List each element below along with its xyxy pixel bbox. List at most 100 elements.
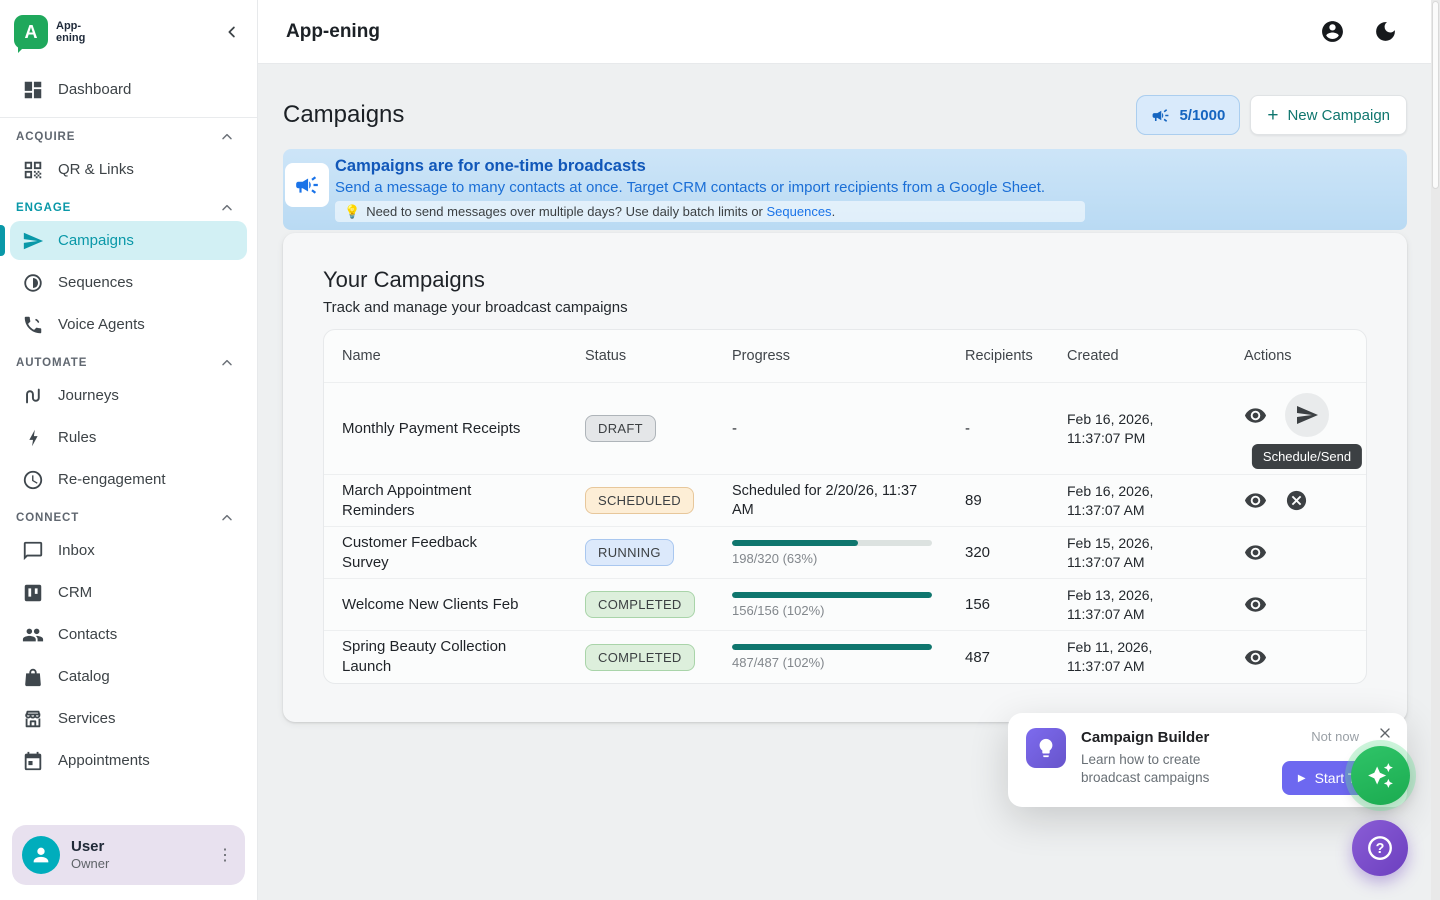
person-icon <box>30 844 52 866</box>
eye-icon <box>1244 646 1267 669</box>
sidebar-item-crm[interactable]: CRM <box>10 573 247 612</box>
moon-icon <box>1373 19 1398 44</box>
view-campaign-button[interactable] <box>1244 645 1268 669</box>
schedule-send-button[interactable]: Schedule/Send <box>1285 393 1329 437</box>
megaphone-icon <box>1151 106 1170 125</box>
popup-text: Campaign Builder Learn how to create bro… <box>1081 728 1209 787</box>
recipients-cell: 156 <box>965 596 1067 613</box>
lightbulb-tile <box>1026 728 1066 768</box>
ai-assistant-fab[interactable] <box>1351 746 1410 805</box>
progress-label: 487/487 (102%) <box>732 655 965 670</box>
col-created: Created <box>1067 348 1244 364</box>
sidebar-item-reengagement[interactable]: Re-engagement <box>10 460 247 499</box>
status-badge: COMPLETED <box>585 591 695 618</box>
people-icon <box>22 624 44 646</box>
view-campaign-button[interactable] <box>1244 489 1268 513</box>
status-badge: RUNNING <box>585 539 674 566</box>
kanban-icon <box>22 582 44 604</box>
progress-cell: Scheduled for 2/20/26, 11:37 AM <box>732 482 965 520</box>
account-circle-icon <box>1320 19 1345 44</box>
banner-tip: 💡 Need to send messages over multiple da… <box>335 201 1085 222</box>
question-mark-icon: ? <box>1365 833 1395 863</box>
progress-bar-fill <box>732 644 932 650</box>
page-title: Campaigns <box>283 101 404 129</box>
user-menu-button[interactable]: ⋮ <box>217 845 233 865</box>
banner-body: Send a message to many contacts at once.… <box>335 178 1391 198</box>
sidebar-item-catalog[interactable]: Catalog <box>10 657 247 696</box>
svg-text:?: ? <box>1376 841 1385 857</box>
sidebar-item-services[interactable]: Services <box>10 699 247 738</box>
recipients-cell: 89 <box>965 492 1067 509</box>
campaign-quota-badge[interactable]: 5/1000 <box>1136 95 1240 135</box>
chevron-up-icon <box>219 129 235 145</box>
created-cell: Feb 16, 2026, 11:37:07 PM <box>1067 410 1244 448</box>
section-acquire[interactable]: ACQUIRE <box>12 128 245 146</box>
topbar-title: App-ening <box>286 21 380 43</box>
section-automate[interactable]: AUTOMATE <box>12 354 245 372</box>
sidebar-item-voice-agents[interactable]: Voice Agents <box>10 305 247 344</box>
actions-cell <box>1244 645 1366 669</box>
section-subtitle: Track and manage your broadcast campaign… <box>323 299 1367 316</box>
lightbulb-icon <box>1035 737 1057 759</box>
actions-cell <box>1244 489 1366 513</box>
account-button[interactable] <box>1320 19 1345 44</box>
view-campaign-button[interactable] <box>1244 403 1268 427</box>
sidebar-item-campaigns[interactable]: Campaigns <box>10 221 247 260</box>
status-badge: DRAFT <box>585 415 656 442</box>
brand-name: App- ening <box>56 20 85 44</box>
new-campaign-button[interactable]: + New Campaign <box>1250 95 1407 135</box>
recipients-cell: 487 <box>965 649 1067 666</box>
created-cell: Feb 15, 2026, 11:37:07 AM <box>1067 534 1244 572</box>
sidebar-item-dashboard[interactable]: Dashboard <box>10 70 247 109</box>
tooltip: Schedule/Send <box>1252 444 1362 469</box>
col-status: Status <box>585 348 732 364</box>
topbar-actions <box>1320 19 1398 44</box>
view-campaign-button[interactable] <box>1244 593 1268 617</box>
user-role: Owner <box>71 855 206 872</box>
logo-letter: A <box>25 22 38 43</box>
progress-label: 198/320 (63%) <box>732 551 965 566</box>
sidebar-item-appointments[interactable]: Appointments <box>10 741 247 780</box>
table-row: Welcome New Clients Feb COMPLETED 156/15… <box>324 579 1366 631</box>
cancel-campaign-button[interactable] <box>1285 489 1309 513</box>
campaign-name: March Appointment Reminders <box>342 481 585 521</box>
campaign-name: Monthly Payment Receipts <box>342 419 585 439</box>
section-connect[interactable]: CONNECT <box>12 509 245 527</box>
sidebar-item-qr-links[interactable]: QR & Links <box>10 150 247 189</box>
help-fab[interactable]: ? <box>1352 820 1408 876</box>
actions-cell <box>1244 593 1366 617</box>
sidebar-item-journeys[interactable]: Journeys <box>10 376 247 415</box>
scrollbar-thumb[interactable] <box>1432 1 1439 189</box>
sidebar-item-contacts[interactable]: Contacts <box>10 615 247 654</box>
lightbulb-emoji-icon: 💡 <box>344 203 360 220</box>
user-card[interactable]: User Owner ⋮ <box>12 825 245 885</box>
progress-bar <box>732 592 932 598</box>
chevron-left-icon <box>223 23 241 41</box>
status-badge: COMPLETED <box>585 644 695 671</box>
dark-mode-toggle[interactable] <box>1373 19 1398 44</box>
progress-bar-fill <box>732 592 932 598</box>
close-icon <box>1377 725 1393 741</box>
phone-icon <box>22 314 44 336</box>
divider <box>0 117 257 118</box>
page-header: Campaigns 5/1000 + New Campaign <box>283 95 1407 135</box>
progress-bar <box>732 540 932 546</box>
sidebar: A App- ening Dashboard ACQUIRE <box>0 0 258 900</box>
campaign-name: Spring Beauty Collection Launch <box>342 637 585 677</box>
col-progress: Progress <box>732 348 965 364</box>
not-now-button[interactable]: Not now <box>1311 729 1359 744</box>
kebab-icon: ⋮ <box>217 847 233 864</box>
sidebar-item-sequences[interactable]: Sequences <box>10 263 247 302</box>
info-banner: Campaigns are for one-time broadcasts Se… <box>283 149 1407 230</box>
user-avatar <box>22 836 60 874</box>
sequences-link[interactable]: Sequences <box>767 204 832 219</box>
sidebar-item-rules[interactable]: Rules <box>10 418 247 457</box>
close-popup-button[interactable] <box>1377 725 1393 741</box>
sidebar-collapse-button[interactable] <box>223 23 241 41</box>
popup-title: Campaign Builder <box>1081 729 1209 746</box>
sidebar-item-inbox[interactable]: Inbox <box>10 531 247 570</box>
view-campaign-button[interactable] <box>1244 541 1268 565</box>
page-header-actions: 5/1000 + New Campaign <box>1136 95 1407 135</box>
section-engage[interactable]: ENGAGE <box>12 199 245 217</box>
scrollbar[interactable] <box>1431 0 1440 900</box>
